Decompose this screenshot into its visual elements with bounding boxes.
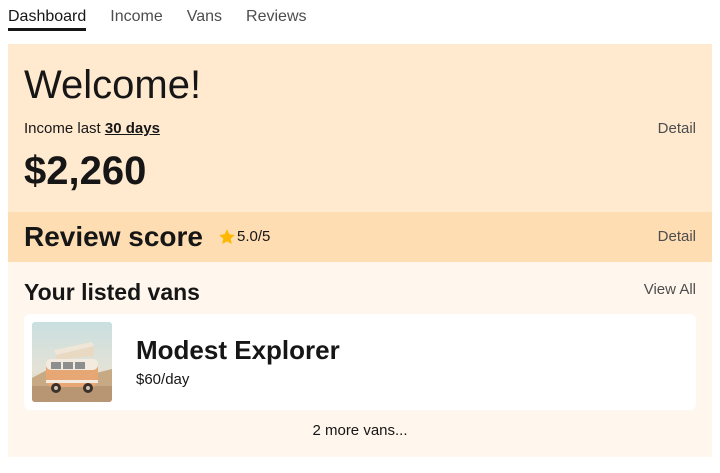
income-period-line: Income last 30 days [24,120,160,138]
review-score-title: Review score [24,221,203,252]
van-price: $60/day [136,371,190,388]
more-vans-link[interactable]: 2 more vans... [8,422,712,440]
van-photo-image [32,322,112,402]
star-icon [219,229,235,245]
van-name[interactable]: Modest Explorer [136,334,340,366]
nav-dashboard[interactable]: Dashboard [8,7,87,31]
nav-reviews[interactable]: Reviews [246,7,306,27]
nav-income[interactable]: Income [110,7,162,27]
van-card[interactable]: Modest Explorer $60/day [24,314,696,410]
welcome-section: Welcome! Income last 30 days Detail $2,2… [8,44,712,212]
nav-vans[interactable]: Vans [187,7,222,27]
review-score-value: 5.0/5 [237,228,271,245]
review-score-section: Review score 5.0/5 Detail [8,212,712,262]
welcome-title: Welcome! [24,63,202,107]
van-photo [32,322,112,402]
income-period-link[interactable]: 30 days [105,120,160,137]
main-nav: Dashboard Income Vans Reviews [8,0,331,36]
view-all-link[interactable]: View All [644,281,696,299]
review-detail-link[interactable]: Detail [658,228,696,246]
income-prefix: Income last [24,120,105,137]
listed-vans-section: Your listed vans View All Modest Explore… [8,262,712,457]
income-amount: $2,260 [24,149,147,193]
listed-vans-title: Your listed vans [24,279,200,305]
income-detail-link[interactable]: Detail [658,120,696,138]
